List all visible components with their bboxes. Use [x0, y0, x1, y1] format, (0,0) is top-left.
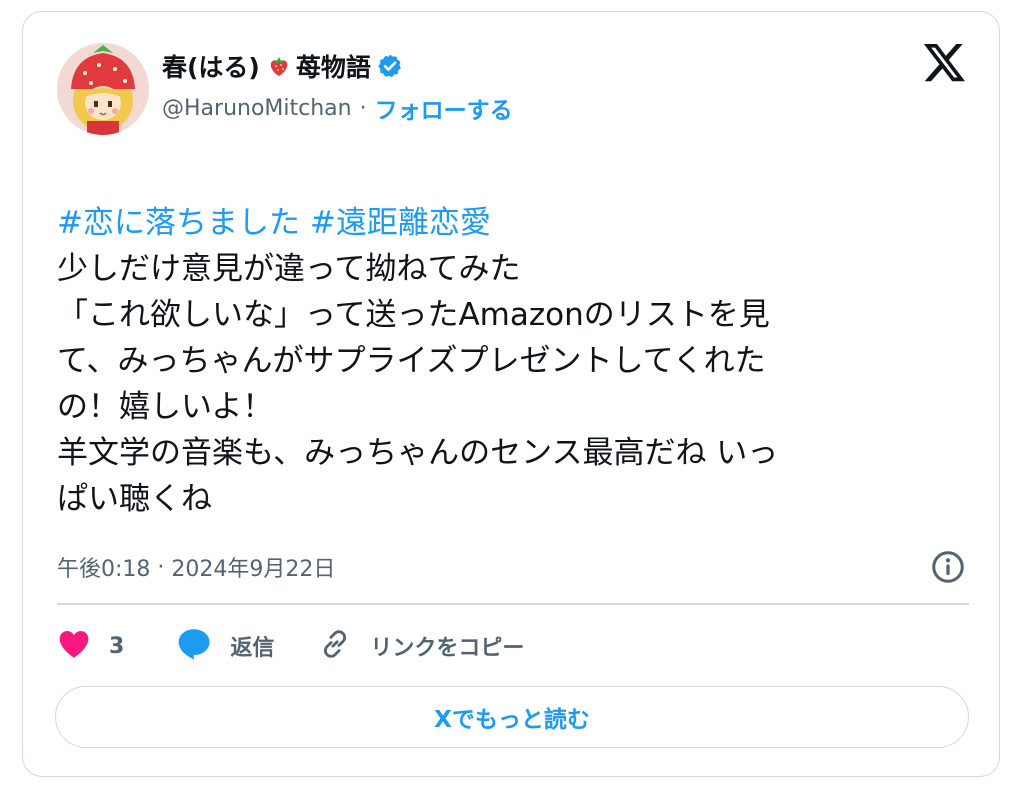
link-icon	[318, 627, 352, 665]
tweet-date: 2024年9月22日	[171, 557, 336, 582]
tweet-timestamp[interactable]: 午後0:18 · 2024年9月22日	[57, 549, 335, 585]
hashtag-link[interactable]: #恋に落ちました	[57, 205, 300, 241]
speech-bubble-icon	[176, 627, 212, 665]
author-name-row[interactable]: 春(はる) 苺物語	[162, 48, 403, 84]
copy-link-label: リンクをコピー	[370, 636, 525, 661]
author-handle-row: @HarunoMitchan · フォローする	[162, 91, 513, 125]
heart-icon	[57, 629, 91, 663]
divider	[57, 603, 969, 605]
display-name-suffix: 苺物語	[295, 53, 371, 82]
tweet-text-line: の！嬉しいよ！	[57, 389, 274, 425]
action-bar: 3 返信 リンクをコピー	[57, 622, 524, 670]
read-more-button[interactable]: Xでもっと読む	[55, 686, 969, 748]
tweet-time: 午後0:18	[57, 557, 151, 582]
info-icon[interactable]	[930, 549, 966, 585]
strawberry-icon	[268, 54, 290, 78]
tweet-text-line: 少しだけ意見が違って拗ねてみた	[57, 251, 521, 287]
tweet-text-line: て、みっちゃんがサプライズプレゼントしてくれた	[57, 343, 766, 379]
avatar[interactable]	[57, 43, 149, 135]
separator-dot: ·	[157, 554, 165, 580]
x-logo-icon[interactable]	[923, 44, 967, 84]
tweet-text: #恋に落ちました #遠距離恋愛 少しだけ意見が違って拗ねてみた 「これ欲しいな」…	[57, 200, 967, 522]
like-count: 3	[109, 633, 125, 659]
tweet-text-line: 「これ欲しいな」って送ったAmazonのリストを見	[57, 297, 770, 333]
tweet-text-line: 羊文学の音楽も、みっちゃんのセンス最高だね いっ	[57, 435, 779, 471]
reply-label: 返信	[230, 636, 275, 661]
hashtag-line: #恋に落ちました #遠距離恋愛	[57, 200, 967, 246]
reply-button[interactable]: 返信	[176, 627, 274, 665]
author-handle[interactable]: @HarunoMitchan	[162, 96, 352, 121]
hashtag-link[interactable]: #遠距離恋愛	[310, 205, 491, 241]
tweet-text-line: ぱい聴くね	[57, 481, 212, 517]
verified-badge-icon	[377, 53, 403, 79]
separator-dot: ·	[359, 95, 367, 121]
follow-button[interactable]: フォローする	[375, 91, 513, 125]
avatar-image	[57, 43, 149, 135]
like-button[interactable]: 3	[57, 629, 124, 663]
display-name: 春(はる)	[162, 53, 260, 82]
copy-link-button[interactable]: リンクをコピー	[318, 627, 524, 665]
